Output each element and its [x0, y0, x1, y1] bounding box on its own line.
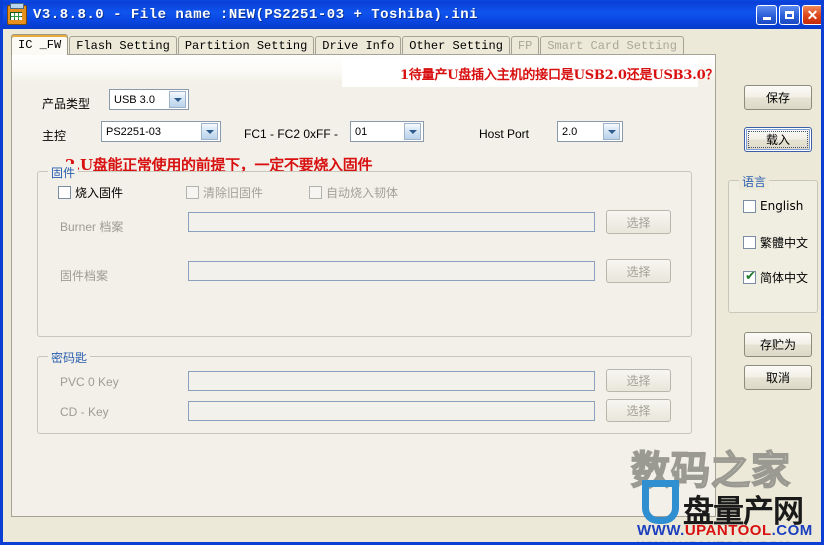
language-option-english[interactable]: English [743, 199, 803, 213]
application-window: V3.8.8.0 - File name :NEW(PS2251-03 + To… [0, 0, 824, 545]
controller-value: PS2251-03 [106, 125, 162, 138]
cd-key-input[interactable] [188, 401, 595, 421]
product-type-select[interactable]: USB 3.0 [109, 89, 189, 110]
host-port-value: 2.0 [562, 125, 578, 138]
chevron-down-icon[interactable] [603, 123, 620, 140]
tab-label: IC _FW [18, 38, 62, 52]
tab-label: FP [517, 39, 533, 53]
controller-select[interactable]: PS2251-03 [101, 121, 221, 142]
burner-browse-button[interactable]: 选择 [606, 210, 671, 234]
tab-smart-card-setting: Smart Card Setting [540, 36, 684, 54]
chevron-down-icon[interactable] [201, 123, 218, 140]
url-prefix: WWW. [637, 522, 685, 539]
tab-drive-info[interactable]: Drive Info [315, 36, 402, 54]
annotation-note-1: 1待量产U盘插入主机的接口是USB2.0还是USB3.0？ [400, 68, 719, 83]
button-label: 选择 [626, 404, 651, 418]
firmware-file-label: 固件档案 [60, 269, 109, 283]
host-port-select[interactable]: 2.0 [557, 121, 623, 142]
password-legend: 密码匙 [48, 349, 91, 366]
watermark-url-ghost: WWW.UPANTOOL.COM [637, 538, 790, 542]
url-mid: UPANTOOL [684, 522, 772, 539]
maximize-icon [785, 10, 794, 19]
button-label: 选择 [626, 264, 651, 279]
checkbox-box [309, 186, 322, 199]
close-icon: ✕ [806, 6, 819, 23]
checkbox-label: 简体中文 [760, 271, 809, 285]
button-label: 取消 [765, 371, 790, 385]
button-label: 选择 [626, 374, 651, 388]
language-fieldset: 语言 English 繁體中文 ✔ 简体中文 [728, 173, 818, 313]
firmware-legend: 固件 [48, 164, 79, 181]
save-as-button[interactable]: 存贮为 [744, 332, 812, 357]
burner-file-label: Burner 档案 [60, 220, 124, 234]
checkbox-box [186, 186, 199, 199]
button-label: 存贮为 [759, 338, 796, 352]
checkbox-label: 清除旧固件 [203, 186, 264, 200]
ic-fw-panel: 产品类型 USB 3.0 主控 PS2251-03 FC1 - FC2 0xFF… [11, 54, 719, 517]
focus-outline [748, 131, 808, 148]
watermark-url: WWW.UPANTOOL.COM [637, 522, 813, 539]
tab-flash-setting[interactable]: Flash Setting [69, 36, 177, 54]
window-title: V3.8.8.0 - File name :NEW(PS2251-03 + To… [33, 6, 479, 23]
checkbox-label: English [760, 199, 804, 213]
burner-file-input[interactable] [188, 212, 595, 232]
pvc-key-label: PVC 0 Key [60, 375, 119, 389]
firmware-browse-button[interactable]: 选择 [606, 259, 671, 283]
pvc-key-input[interactable] [188, 371, 595, 391]
tab-label: Other Setting [409, 39, 503, 53]
language-legend: 语言 [739, 173, 770, 190]
fc-value: 01 [355, 125, 368, 138]
window-controls: ✕ [756, 4, 821, 25]
title-bar: V3.8.8.0 - File name :NEW(PS2251-03 + To… [3, 0, 821, 29]
tab-ic-fw[interactable]: IC _FW [11, 34, 69, 55]
language-option-simplified-chinese[interactable]: ✔ 简体中文 [743, 269, 808, 286]
button-label: 选择 [626, 215, 651, 230]
chip-icon [7, 2, 27, 25]
tab-label: Flash Setting [76, 39, 170, 53]
checkbox-label: 繁體中文 [760, 236, 809, 250]
cancel-button[interactable]: 取消 [744, 365, 812, 390]
fc-range-label: FC1 - FC2 0xFF - [244, 127, 339, 141]
sidebar: 保存 载入 语言 English 繁體中文 ✔ 简体中文 存贮为 取消 [721, 31, 821, 517]
checkbox-label: 自动烧入韧体 [326, 186, 399, 200]
checkbox-box [743, 199, 756, 213]
pvc-key-browse-button[interactable]: 选择 [606, 369, 671, 392]
url-suffix: .COM [771, 522, 813, 539]
cd-key-browse-button[interactable]: 选择 [606, 399, 671, 422]
tab-other-setting[interactable]: Other Setting [402, 36, 510, 54]
save-button[interactable]: 保存 [744, 85, 812, 110]
host-port-label: Host Port [479, 127, 530, 141]
checkbox-box: ✔ [743, 269, 756, 284]
check-icon: ✔ [745, 269, 756, 284]
maximize-button[interactable] [779, 4, 800, 25]
tab-partition-setting[interactable]: Partition Setting [177, 36, 315, 54]
fc-value-select[interactable]: 01 [350, 121, 424, 142]
checkbox-box [58, 186, 71, 199]
controller-label: 主控 [42, 129, 67, 143]
close-button[interactable]: ✕ [802, 4, 821, 25]
checkbox-burn-firmware[interactable]: 烧入固件 [58, 184, 123, 201]
tab-label: Smart Card Setting [547, 39, 677, 53]
button-label: 保存 [765, 91, 790, 105]
password-fieldset: 密码匙 PVC 0 Key 选择 CD - Key 选择 [37, 349, 692, 434]
product-type-value: USB 3.0 [114, 93, 155, 106]
language-option-traditional-chinese[interactable]: 繁體中文 [743, 234, 808, 251]
chevron-down-icon[interactable] [169, 91, 186, 108]
tab-label: Partition Setting [184, 39, 308, 53]
load-button[interactable]: 载入 [744, 127, 812, 152]
firmware-fieldset: 固件 烧入固件 清除旧固件 自动烧入韧体 Burner 档案 选择 固件档案 选… [37, 164, 692, 337]
cd-key-label: CD - Key [60, 405, 109, 419]
minimize-button[interactable] [756, 4, 777, 25]
minimize-icon [762, 16, 771, 20]
tab-strip: IC _FW Flash Setting Partition Setting D… [11, 34, 685, 55]
firmware-file-input[interactable] [188, 261, 595, 281]
tab-fp: FP [510, 36, 540, 54]
checkbox-clear-old-firmware: 清除旧固件 [186, 184, 263, 201]
chevron-down-icon[interactable] [404, 123, 421, 140]
product-type-label: 产品类型 [42, 97, 91, 111]
tab-label: Drive Info [322, 39, 395, 53]
checkbox-label: 烧入固件 [75, 186, 124, 200]
checkbox-auto-burn-firmware: 自动烧入韧体 [309, 184, 398, 201]
checkbox-box [743, 236, 756, 249]
